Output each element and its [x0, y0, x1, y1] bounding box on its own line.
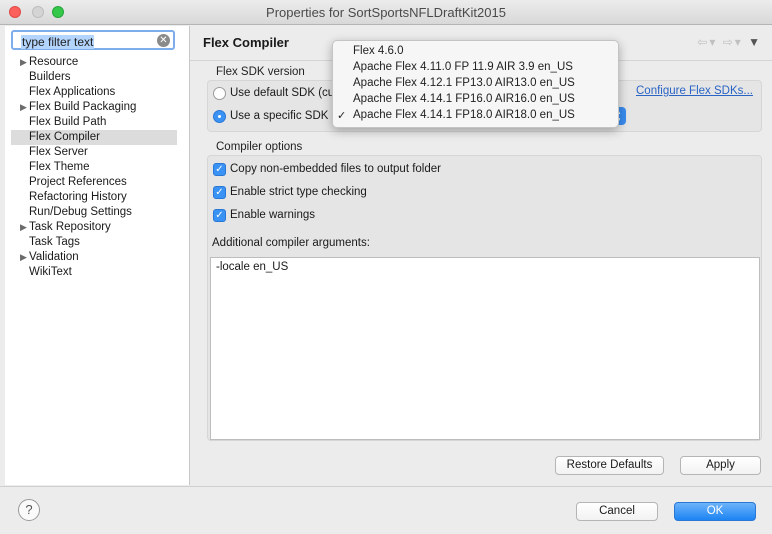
tree-item[interactable]: Flex Server	[5, 145, 189, 160]
clear-filter-icon[interactable]: ✕	[157, 34, 170, 47]
footer-divider	[0, 486, 772, 487]
page-navigation: ⇦▾ ⇨▾ ▼	[697, 35, 762, 49]
specific-sdk-label[interactable]: Use a specific SDK	[230, 110, 332, 122]
tree-item-label: Flex Build Path	[29, 116, 107, 128]
back-icon[interactable]: ⇦▾	[697, 35, 717, 49]
tree-item[interactable]: WikiText	[5, 265, 189, 280]
preference-tree: ▶ Resource Builders Flex Applications ▶ Flex …	[5, 55, 189, 280]
tree-item-label: Task Repository	[29, 221, 111, 233]
sdk-option-label[interactable]: Flex 4.6.0	[353, 45, 404, 57]
tree-item-label: Flex Applications	[29, 86, 116, 98]
sdk-option-label[interactable]: Apache Flex 4.14.1 FP18.0 AIR18.0 en_US	[353, 109, 575, 121]
tree-item[interactable]: ▶ Task Repository	[5, 220, 189, 235]
tree-item[interactable]: ▶ Flex Build Packaging	[5, 100, 189, 115]
sdk-option-label[interactable]: Apache Flex 4.11.0 FP 11.9 AIR 3.9 en_US	[353, 61, 573, 73]
tree-item-label: Run/Debug Settings	[29, 206, 132, 218]
tree-item[interactable]: Run/Debug Settings	[5, 205, 189, 220]
view-menu-icon[interactable]: ▼	[748, 35, 762, 49]
tree-item-label: Project References	[29, 176, 127, 188]
expand-arrow-icon[interactable]: ▶	[20, 220, 27, 235]
tree-item-label: Flex Build Packaging	[29, 101, 137, 113]
tree-item[interactable]: Flex Compiler	[11, 130, 177, 145]
apply-button[interactable]: Apply	[680, 456, 761, 475]
forward-icon[interactable]: ⇨▾	[723, 35, 743, 49]
title-bar: Properties for SortSportsNFLDraftKit2015	[0, 0, 772, 25]
copy-files-label[interactable]: Copy non-embedded files to output folder	[230, 163, 441, 175]
tree-item[interactable]: Refactoring History	[5, 190, 189, 205]
expand-arrow-icon[interactable]: ▶	[20, 250, 27, 265]
checkmark-icon: ✓	[337, 110, 347, 122]
compiler-section-label: Compiler options	[216, 141, 303, 153]
sidebar: type filter text ✕ ▶ Resource Builders Flex…	[5, 26, 190, 485]
strict-type-label[interactable]: Enable strict type checking	[230, 186, 367, 198]
default-sdk-label[interactable]: Use default SDK (cu	[230, 87, 334, 99]
compiler-args-value[interactable]: -locale en_US	[216, 261, 288, 273]
tree-item-label: WikiText	[29, 266, 72, 278]
sdk-option-label[interactable]: Apache Flex 4.14.1 FP16.0 AIR16.0 en_US	[353, 93, 575, 105]
page-title: Flex Compiler	[203, 35, 289, 50]
expand-arrow-icon[interactable]: ▶	[20, 55, 27, 70]
default-sdk-radio[interactable]	[213, 87, 226, 100]
compiler-args-textarea[interactable]: -locale en_US	[210, 257, 760, 440]
tree-item-label: Refactoring History	[29, 191, 127, 203]
expand-arrow-icon[interactable]: ▶	[20, 100, 27, 115]
tree-item[interactable]: Task Tags	[5, 235, 189, 250]
tree-item-label: Task Tags	[29, 236, 80, 248]
restore-defaults-button[interactable]: Restore Defaults	[555, 456, 664, 475]
tree-item-label: Flex Theme	[29, 161, 90, 173]
filter-input[interactable]: type filter text ✕	[11, 30, 175, 50]
filter-input-text[interactable]: type filter text	[21, 35, 95, 49]
tree-item[interactable]: Flex Applications	[5, 85, 189, 100]
tree-item[interactable]: Flex Build Path	[5, 115, 189, 130]
tree-item[interactable]: Flex Theme	[5, 160, 189, 175]
sdk-section-label: Flex SDK version	[216, 66, 305, 78]
tree-item[interactable]: Builders	[5, 70, 189, 85]
tree-item[interactable]: Project References	[5, 175, 189, 190]
ok-button[interactable]: OK	[674, 502, 756, 521]
cancel-button[interactable]: Cancel	[576, 502, 658, 521]
tree-item-label: Flex Server	[29, 146, 88, 158]
sdk-dropdown-menu: Flex 4.6.0 Apache Flex 4.11.0 FP 11.9 AIR…	[332, 40, 619, 128]
tree-item[interactable]: ▶ Resource	[5, 55, 189, 70]
help-icon[interactable]: ?	[18, 499, 40, 521]
warnings-label[interactable]: Enable warnings	[230, 209, 315, 221]
copy-files-checkbox[interactable]: ✓	[213, 163, 226, 176]
tree-item-label: Builders	[29, 71, 71, 83]
tree-item-label: Flex Compiler	[29, 131, 100, 143]
tree-item[interactable]: ▶ Validation	[5, 250, 189, 265]
tree-item-label: Validation	[29, 251, 79, 263]
sdk-option-label[interactable]: Apache Flex 4.12.1 FP13.0 AIR13.0 en_US	[353, 77, 575, 89]
compiler-args-label: Additional compiler arguments:	[212, 237, 370, 249]
configure-sdks-link[interactable]: Configure Flex SDKs...	[636, 85, 753, 97]
strict-type-checkbox[interactable]: ✓	[213, 186, 226, 199]
window-title: Properties for SortSportsNFLDraftKit2015	[266, 5, 506, 20]
tree-item-label: Resource	[29, 56, 79, 68]
specific-sdk-radio[interactable]	[213, 110, 226, 123]
warnings-checkbox[interactable]: ✓	[213, 209, 226, 222]
